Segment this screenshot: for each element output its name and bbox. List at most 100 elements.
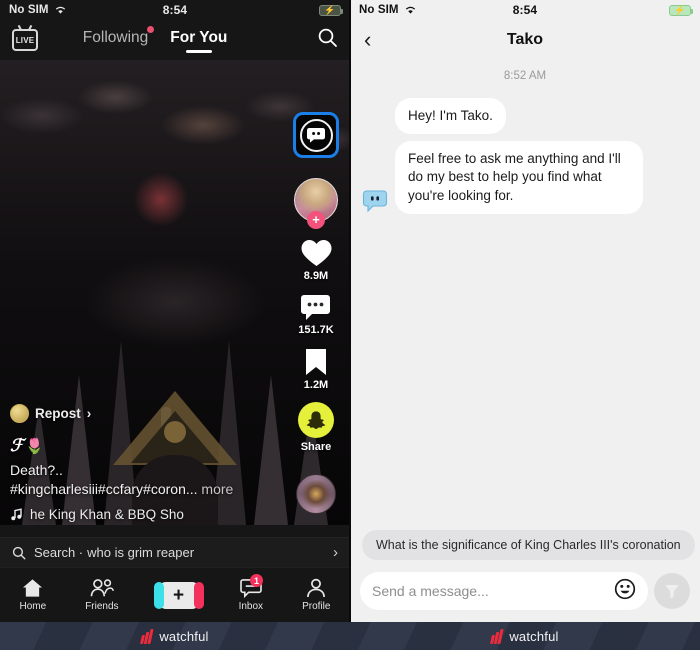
nav-item-create[interactable]: + [153,581,204,609]
status-left-group-right: No SIM [359,4,417,16]
nav-label-friends: Friends [85,601,119,612]
home-icon [23,579,43,597]
tab-for-you[interactable]: For You [170,29,227,51]
caption-hashtags-row[interactable]: #kingcharlesiii#ccfary#coron... more [10,480,275,499]
plus-icon: + [153,581,204,609]
message-input-field[interactable]: Send a message... [360,572,648,610]
tako-bot-icon [362,188,388,214]
watermark-text: watchful [509,628,559,644]
nav-item-home[interactable]: Home [19,578,47,612]
tab-following-dot [147,26,155,33]
live-icon[interactable]: LIVE [12,29,38,51]
profile-icon [307,578,326,598]
screenshot-root: No SIM 8:54 ⚡ LIVE Following For You + 8… [0,0,700,650]
search-label: Search · [34,545,84,560]
suggestion-chip[interactable]: What is the significance of King Charles… [362,530,695,560]
status-right-group: ⚡ [319,4,343,16]
watermark-text: watchful [159,628,209,644]
share-button[interactable]: Share [298,402,334,453]
watermark-right: watchful [350,622,700,650]
panel-divider [349,0,351,622]
battery-charging-icon: ⚡ [319,4,343,16]
wifi-icon [405,6,415,14]
inbox-badge: 1 [250,574,264,587]
watchful-logo-icon [490,628,504,644]
send-arrow-icon [665,585,679,599]
bookmark-icon [306,349,326,375]
chat-title: Tako [506,31,544,48]
like-button[interactable]: 8.9M [300,238,333,282]
chat-message-list: 8:52 AM Hey! I'm Tako. Feel free to ask … [350,60,700,522]
spinning-record-icon[interactable] [296,474,336,514]
snapchat-icon [298,402,334,438]
tako-chat-panel: No SIM 8:54 ⚡ ‹ Tako 8:52 AM Hey! I'm Ta [350,0,700,622]
message-row: Feel free to ask me anything and I'll do… [362,141,688,214]
share-label: Share [300,441,332,453]
status-bar-left: No SIM 8:54 ⚡ [0,0,350,20]
nav-label-inbox: Inbox [238,601,264,612]
tako-button[interactable] [293,112,339,158]
music-note-icon [11,508,22,521]
caption-more-button[interactable]: more [201,481,233,497]
comment-icon [301,295,331,320]
watermark-left: watchful [0,622,350,650]
nav-item-profile[interactable]: Profile [302,578,330,612]
repost-label: Repost [35,406,81,422]
nav-item-inbox[interactable]: 1 Inbox [238,574,264,612]
bookmark-button[interactable]: 1.2M [303,347,329,391]
tab-following-label: Following [82,29,149,46]
search-icon[interactable] [317,27,338,53]
chevron-right-icon: › [333,544,338,561]
bookmark-count: 1.2M [303,379,329,391]
back-chevron-icon[interactable]: ‹ [364,29,371,51]
search-query: who is grim reaper [87,545,195,560]
repost-chevron-icon: › [86,406,92,422]
message-bubble[interactable]: Hey! I'm Tako. [395,98,506,135]
watermark-footer: watchful watchful [0,622,700,650]
search-icon [12,546,26,559]
follow-button[interactable]: + [307,211,325,229]
status-right-group-right: ⚡ [669,4,693,16]
wifi-icon [55,6,65,14]
caption-line-1: Death?.. [10,462,63,479]
comment-count: 151.7K [298,324,334,336]
plus-glyph: + [173,584,185,606]
emoji-smiley-icon[interactable] [614,578,636,605]
chat-header: ‹ Tako [350,20,700,60]
comment-button[interactable]: 151.7K [298,293,334,336]
carrier-label: No SIM [9,4,49,16]
nav-label-profile: Profile [302,601,331,612]
message-input-placeholder: Send a message... [372,583,489,599]
search-suggestion-bar[interactable]: Search · who is grim reaper › [0,537,350,567]
video-caption-block: Repost › ℱ 🌷 Death?.. #kingcharlesiii#cc… [10,404,275,522]
chat-timestamp: 8:52 AM [503,70,547,82]
bottom-nav-bar: Home Friends + 1 Inbox Profile [0,567,350,622]
creator-avatar[interactable]: + [294,178,338,229]
message-bubble[interactable]: Feel free to ask me anything and I'll do… [395,141,643,214]
repost-icon [10,404,29,424]
video-action-rail: + 8.9M 151.7K 1.2M Share [288,112,344,514]
nav-label-home: Home [19,601,47,612]
watchful-logo-icon [140,628,154,644]
username-emoji-icon: 🌷 [25,438,45,456]
repost-row[interactable]: Repost › [10,404,275,424]
like-count: 8.9M [303,270,329,282]
friends-icon [90,579,114,597]
creator-username-row[interactable]: ℱ 🌷 [10,436,275,456]
battery-charging-icon: ⚡ [669,4,693,16]
status-bar-right: No SIM 8:54 ⚡ [350,0,700,20]
message-row: Hey! I'm Tako. [362,98,688,135]
caption-hashtags: #kingcharlesiii#ccfary#coron... [10,481,198,498]
send-button[interactable] [654,573,690,609]
nav-item-friends[interactable]: Friends [85,578,119,612]
music-row[interactable]: he King Khan & BBQ Sho [10,507,275,522]
message-composer: Send a message... [350,568,700,614]
status-left-group: No SIM [9,4,67,16]
music-title: he King Khan & BBQ Sho [30,507,184,522]
creator-username: ℱ [10,436,24,456]
tiktok-app-panel: No SIM 8:54 ⚡ LIVE Following For You + 8… [0,0,350,622]
tab-following[interactable]: Following [82,26,155,51]
feed-tabs: Following For You [82,26,227,51]
tiktok-top-bar: LIVE Following For You [0,20,350,60]
tako-bot-icon [299,118,333,152]
